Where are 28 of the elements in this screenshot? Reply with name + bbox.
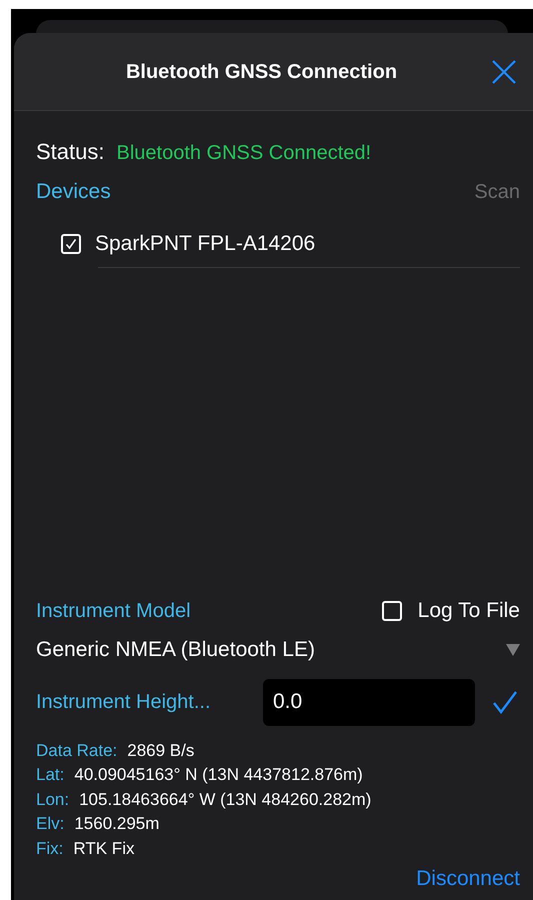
checkbox[interactable] (61, 234, 81, 254)
checkbox[interactable] (382, 601, 402, 621)
status-label: Status: (36, 138, 104, 166)
reading-value: RTK Fix (73, 838, 134, 860)
reading-value: 1560.295m (74, 813, 160, 835)
reading-value: 2869 B/s (127, 740, 194, 762)
status-value: Bluetooth GNSS Connected! (116, 141, 372, 166)
reading-label: Data Rate: (36, 740, 118, 762)
device-item[interactable]: SparkPNT FPL-A14206 (36, 221, 520, 267)
instrument-model-dropdown[interactable]: Generic NMEA (Bluetooth LE) (36, 628, 520, 672)
devices-heading: Devices (36, 179, 111, 206)
reading-label: Lat: (36, 764, 64, 786)
reading-value: 40.09045163° N (13N 4437812.876m) (74, 764, 363, 786)
checkmark-icon (492, 690, 518, 714)
checkmark-icon (65, 238, 77, 250)
instrument-height-label: Instrument Height... (36, 690, 212, 715)
reading-label: Fix: (36, 838, 64, 860)
instrument-height-field[interactable]: 0.0 (263, 678, 475, 726)
dialog-title: Bluetooth GNSS Connection (124, 60, 398, 84)
close-icon (491, 58, 517, 84)
confirm-button[interactable] (492, 690, 518, 714)
instrument-model-label: Instrument Model (36, 599, 191, 624)
log-to-file-checkbox[interactable]: Log To File (382, 595, 520, 627)
dropdown-triangle-icon (506, 644, 520, 656)
reading-label: Elv: (36, 813, 64, 835)
disconnect-button[interactable]: Disconnect (416, 862, 520, 894)
reading-label: Lon: (36, 788, 70, 810)
reading-value: 105.18463664° W (13N 484260.282m) (79, 788, 372, 810)
